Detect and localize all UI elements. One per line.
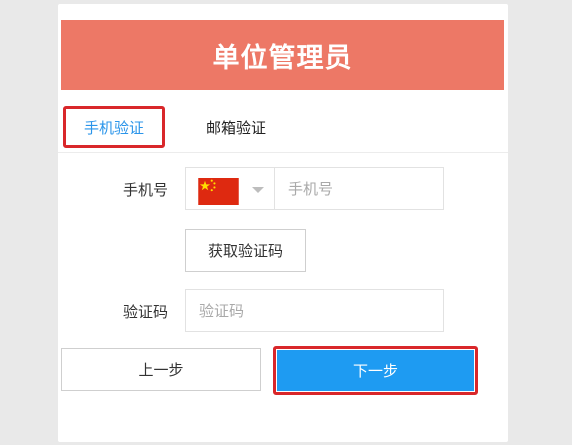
- country-code-select[interactable]: [185, 167, 274, 210]
- code-label: 验证码: [122, 303, 168, 321]
- next-step-button[interactable]: 下一步: [277, 350, 474, 391]
- get-code-button[interactable]: 获取验证码: [185, 229, 306, 272]
- get-code-label: 获取验证码: [207, 242, 283, 260]
- phone-placeholder: 手机号: [288, 180, 334, 198]
- admin-card: 单位管理员 手机验证 邮箱验证 手机号 手机号 获取验证码 验证码 验证码 上一…: [58, 4, 508, 442]
- header-banner: 单位管理员: [61, 20, 504, 90]
- next-step-label: 下一步: [352, 362, 398, 380]
- phone-label: 手机号: [122, 181, 168, 199]
- verification-code-input[interactable]: 验证码: [185, 289, 444, 332]
- tab-email-label: 邮箱验证: [205, 118, 266, 137]
- phone-input[interactable]: 手机号: [274, 167, 444, 210]
- verification-tabs: 手机验证 邮箱验证: [58, 104, 508, 153]
- page-title: 单位管理员: [212, 42, 353, 74]
- tab-phone-verification[interactable]: 手机验证: [63, 106, 165, 148]
- tab-email-verification[interactable]: 邮箱验证: [178, 106, 294, 148]
- china-flag-icon: [198, 178, 239, 205]
- tab-phone-label: 手机验证: [83, 118, 144, 137]
- previous-step-label: 上一步: [138, 361, 184, 379]
- next-step-highlight: 下一步: [273, 346, 478, 395]
- code-placeholder: 验证码: [199, 302, 245, 320]
- chevron-down-icon: [252, 187, 264, 193]
- page: 单位管理员 手机验证 邮箱验证 手机号 手机号 获取验证码 验证码 验证码 上一…: [0, 0, 572, 445]
- previous-step-button[interactable]: 上一步: [61, 348, 261, 391]
